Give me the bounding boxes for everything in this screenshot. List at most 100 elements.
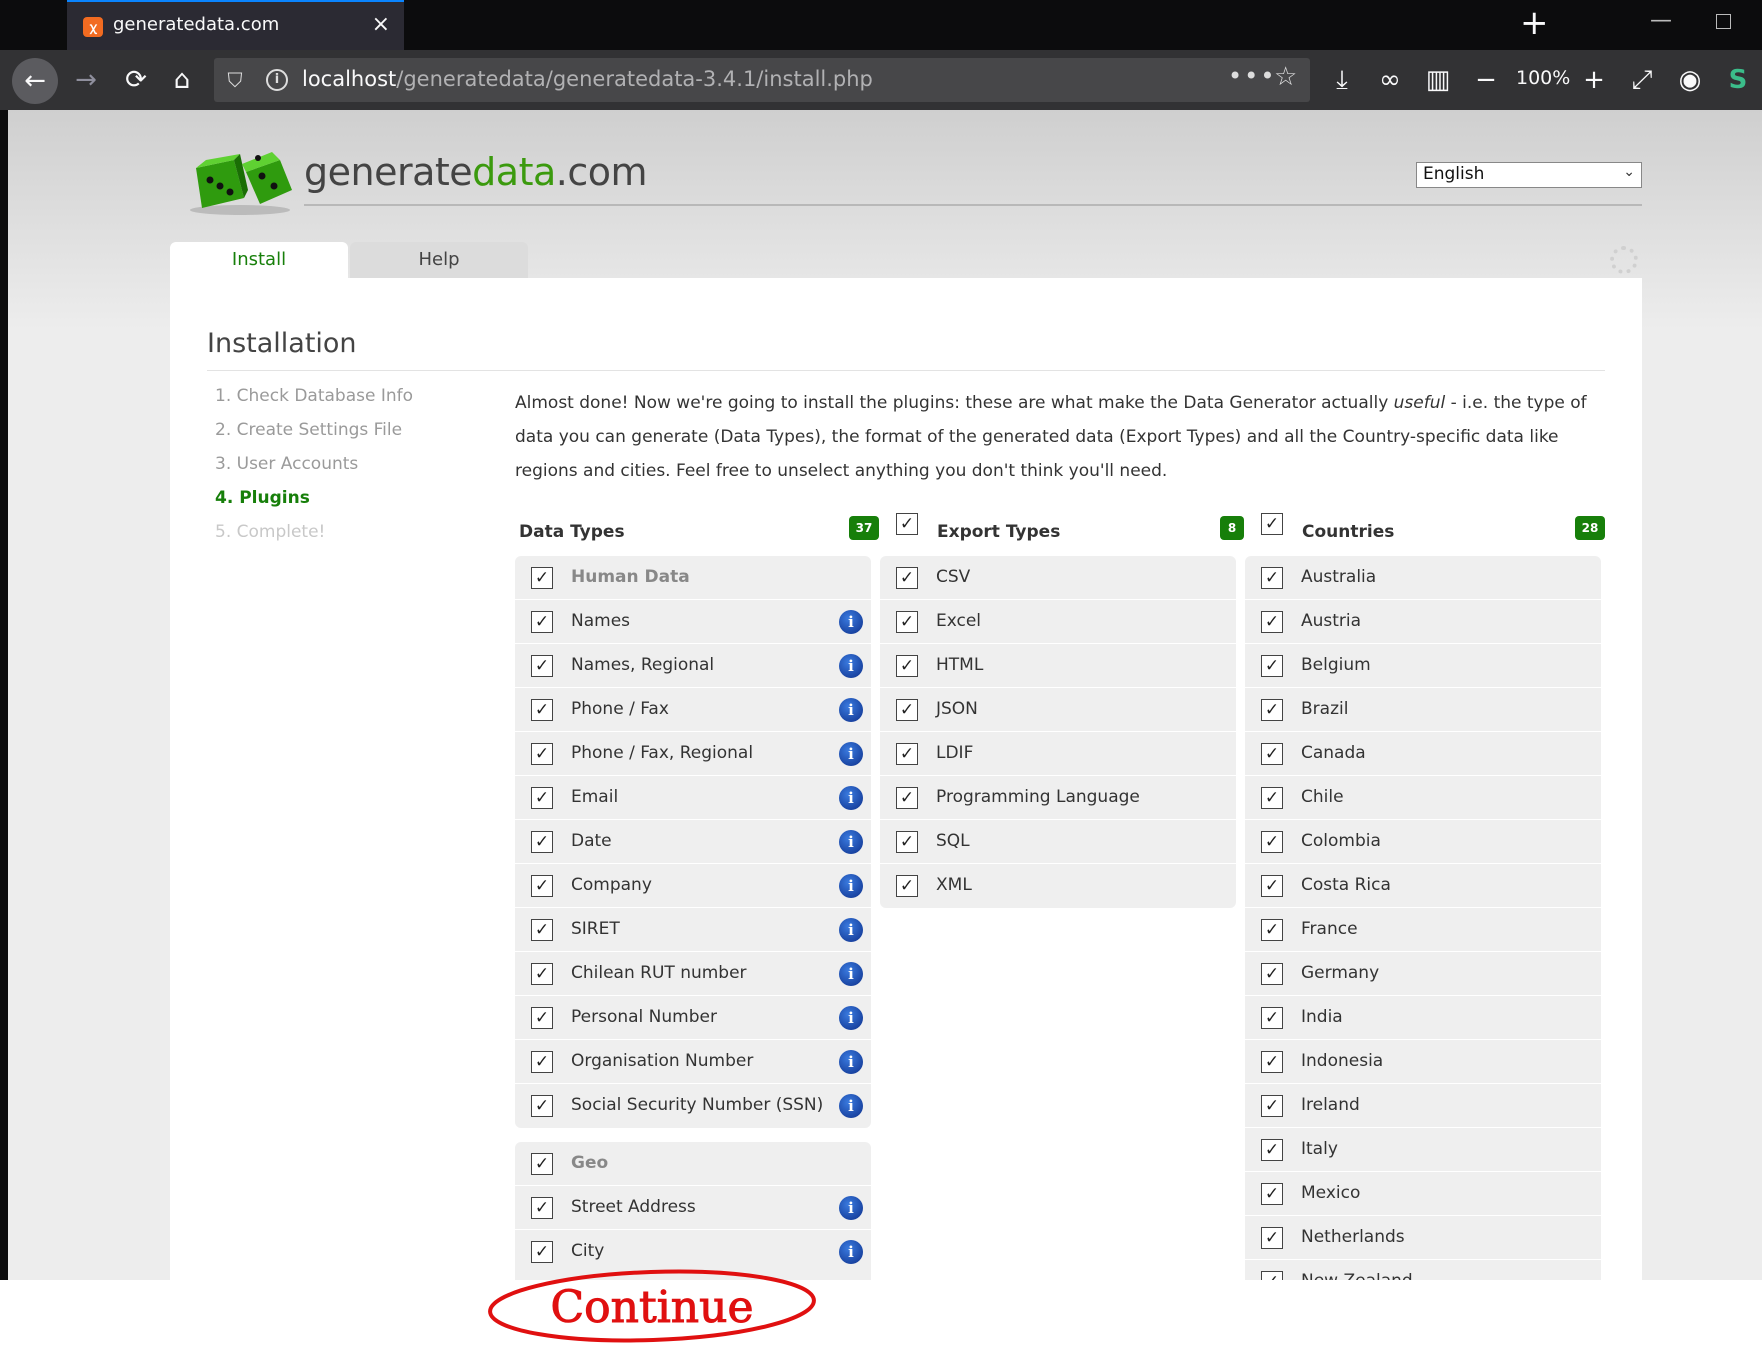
plugin-checkbox[interactable]: ✓ bbox=[896, 655, 918, 677]
info-icon[interactable]: i bbox=[839, 1240, 863, 1264]
plugin-checkbox[interactable]: ✓ bbox=[1261, 1007, 1283, 1029]
info-icon[interactable]: i bbox=[839, 742, 863, 766]
plugin-row[interactable]: ✓ Chilean RUT number i bbox=[515, 952, 871, 996]
plugin-checkbox[interactable]: ✓ bbox=[1261, 831, 1283, 853]
plugin-checkbox[interactable]: ✓ bbox=[1261, 1051, 1283, 1073]
plugin-checkbox[interactable]: ✓ bbox=[531, 875, 553, 897]
sidebar-icon[interactable]: ▥ bbox=[1418, 60, 1458, 100]
plugin-row[interactable]: ✓ Phone / Fax i bbox=[515, 688, 871, 732]
plugin-row[interactable]: ✓ Costa Rica bbox=[1245, 864, 1601, 908]
plugin-row[interactable]: ✓ Email i bbox=[515, 776, 871, 820]
plugin-row[interactable]: ✓ Netherlands bbox=[1245, 1216, 1601, 1260]
plugin-row[interactable]: ✓ Ireland bbox=[1245, 1084, 1601, 1128]
tab-help[interactable]: Help bbox=[350, 242, 528, 278]
plugin-row[interactable]: ✓ Germany bbox=[1245, 952, 1601, 996]
plugin-checkbox[interactable]: ✓ bbox=[1261, 655, 1283, 677]
home-icon[interactable]: ⌂ bbox=[162, 60, 202, 100]
reload-icon[interactable]: ⟳ bbox=[116, 60, 156, 100]
maximize-icon[interactable] bbox=[1716, 14, 1731, 29]
info-icon[interactable]: i bbox=[839, 786, 863, 810]
plugin-row[interactable]: ✓ Australia bbox=[1245, 556, 1601, 600]
plugin-row[interactable]: ✓ Date i bbox=[515, 820, 871, 864]
plugin-row[interactable]: ✓ XML bbox=[880, 864, 1236, 908]
info-icon[interactable]: i bbox=[839, 1196, 863, 1220]
plugin-row[interactable]: ✓ Excel bbox=[880, 600, 1236, 644]
account-icon[interactable]: ◉ bbox=[1670, 60, 1710, 100]
back-arrow-icon[interactable]: ← bbox=[12, 58, 58, 104]
plugin-row[interactable]: ✓ LDIF bbox=[880, 732, 1236, 776]
info-icon[interactable]: i bbox=[839, 1006, 863, 1030]
plugin-row[interactable]: ✓ France bbox=[1245, 908, 1601, 952]
bookmark-star-icon[interactable]: ☆ bbox=[1274, 62, 1297, 92]
plugin-checkbox[interactable]: ✓ bbox=[531, 831, 553, 853]
zoom-level[interactable]: 100% bbox=[1516, 67, 1570, 89]
plugin-checkbox[interactable]: ✓ bbox=[1261, 1095, 1283, 1117]
export-types-select-all-checkbox[interactable]: ✓ bbox=[896, 513, 918, 535]
plugin-row[interactable]: ✓ Mexico bbox=[1245, 1172, 1601, 1216]
info-icon[interactable]: i bbox=[839, 830, 863, 854]
minimize-icon[interactable]: — bbox=[1650, 8, 1672, 33]
plugin-row[interactable]: ✓ Canada bbox=[1245, 732, 1601, 776]
plugin-row[interactable]: ✓ Phone / Fax, Regional i bbox=[515, 732, 871, 776]
plugin-row[interactable]: ✓ Belgium bbox=[1245, 644, 1601, 688]
plugin-checkbox[interactable]: ✓ bbox=[896, 567, 918, 589]
plugin-checkbox[interactable]: ✓ bbox=[531, 1095, 553, 1117]
plugin-checkbox[interactable]: ✓ bbox=[531, 787, 553, 809]
plugin-checkbox[interactable]: ✓ bbox=[531, 1197, 553, 1219]
plugin-checkbox[interactable]: ✓ bbox=[896, 875, 918, 897]
site-logo-text[interactable]: generatedata.com bbox=[304, 150, 648, 194]
extension-icon[interactable]: S bbox=[1718, 60, 1758, 100]
page-actions-icon[interactable]: ••• bbox=[1228, 62, 1276, 90]
plugin-row[interactable]: ✓ Social Security Number (SSN) i bbox=[515, 1084, 871, 1128]
plugin-row[interactable]: ✓ New Zealand bbox=[1245, 1260, 1601, 1280]
plugin-row[interactable]: ✓ Names i bbox=[515, 600, 871, 644]
plugin-row[interactable]: ✓ Italy bbox=[1245, 1128, 1601, 1172]
close-icon[interactable]: × bbox=[372, 12, 390, 37]
plugin-row[interactable]: ✓ Indonesia bbox=[1245, 1040, 1601, 1084]
plugin-checkbox[interactable]: ✓ bbox=[1261, 699, 1283, 721]
plugin-checkbox[interactable]: ✓ bbox=[1261, 787, 1283, 809]
plugin-checkbox[interactable]: ✓ bbox=[1261, 1271, 1283, 1280]
plugin-row[interactable]: ✓ Company i bbox=[515, 864, 871, 908]
plugin-checkbox[interactable]: ✓ bbox=[896, 611, 918, 633]
plugin-checkbox[interactable]: ✓ bbox=[531, 743, 553, 765]
plugin-checkbox[interactable]: ✓ bbox=[896, 699, 918, 721]
countries-select-all-checkbox[interactable]: ✓ bbox=[1261, 513, 1283, 535]
plugin-checkbox[interactable]: ✓ bbox=[1261, 743, 1283, 765]
plugin-checkbox[interactable]: ✓ bbox=[531, 1241, 553, 1263]
plugin-row[interactable]: ✓ Personal Number i bbox=[515, 996, 871, 1040]
plugin-row[interactable]: ✓ CSV bbox=[880, 556, 1236, 600]
download-icon[interactable]: ⤓ bbox=[1322, 60, 1362, 100]
plugin-checkbox[interactable]: ✓ bbox=[531, 567, 553, 589]
zoom-out-icon[interactable]: − bbox=[1466, 60, 1506, 100]
browser-tab[interactable]: ꭓ generatedata.com × bbox=[67, 0, 404, 50]
plugin-row[interactable]: ✓ HTML bbox=[880, 644, 1236, 688]
shield-icon[interactable]: ⛉ bbox=[224, 68, 246, 92]
plugin-checkbox[interactable]: ✓ bbox=[1261, 611, 1283, 633]
plugin-checkbox[interactable]: ✓ bbox=[896, 787, 918, 809]
plugin-checkbox[interactable]: ✓ bbox=[1261, 919, 1283, 941]
plugin-row[interactable]: ✓ Names, Regional i bbox=[515, 644, 871, 688]
plugin-row[interactable]: ✓ Colombia bbox=[1245, 820, 1601, 864]
plugin-row[interactable]: ✓ SIRET i bbox=[515, 908, 871, 952]
plugin-checkbox[interactable]: ✓ bbox=[531, 919, 553, 941]
info-icon[interactable]: i bbox=[839, 654, 863, 678]
info-icon[interactable]: i bbox=[839, 1050, 863, 1074]
plugin-checkbox[interactable]: ✓ bbox=[896, 831, 918, 853]
plugin-checkbox[interactable]: ✓ bbox=[896, 743, 918, 765]
plugin-checkbox[interactable]: ✓ bbox=[1261, 875, 1283, 897]
site-info-icon[interactable]: i bbox=[266, 69, 288, 91]
info-icon[interactable]: i bbox=[839, 962, 863, 986]
tab-install[interactable]: Install bbox=[170, 242, 348, 282]
plugin-row[interactable]: ✓ Austria bbox=[1245, 600, 1601, 644]
plugin-checkbox[interactable]: ✓ bbox=[531, 963, 553, 985]
plugin-checkbox[interactable]: ✓ bbox=[1261, 1139, 1283, 1161]
language-select[interactable]: English ⌄ bbox=[1416, 162, 1642, 188]
plugin-checkbox[interactable]: ✓ bbox=[1261, 1227, 1283, 1249]
plugin-row[interactable]: ✓ Organisation Number i bbox=[515, 1040, 871, 1084]
plugin-row[interactable]: ✓ Programming Language bbox=[880, 776, 1236, 820]
plugin-checkbox[interactable]: ✓ bbox=[531, 1051, 553, 1073]
plugin-row[interactable]: ✓ Street Address i bbox=[515, 1186, 871, 1230]
plugin-checkbox[interactable]: ✓ bbox=[531, 699, 553, 721]
plugin-row[interactable]: ✓ SQL bbox=[880, 820, 1236, 864]
